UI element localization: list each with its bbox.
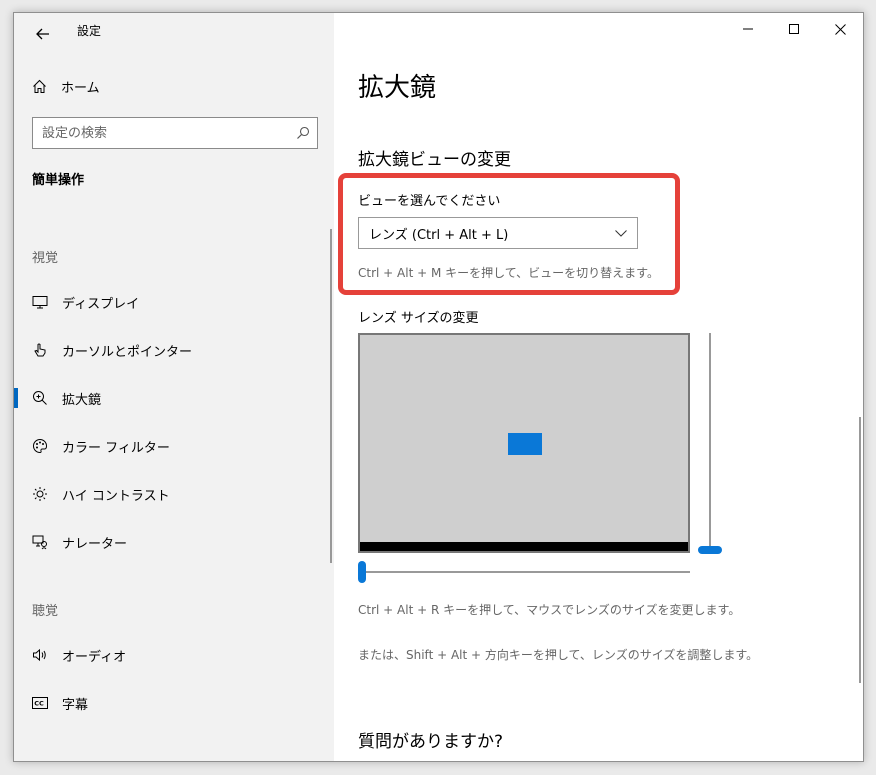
app-title: 設定 xyxy=(77,24,102,38)
main-content: 拡大鏡 拡大鏡ビューの変更 ビューを選んでください レンズ (Ctrl + Al… xyxy=(334,13,863,761)
category-title: 簡単操作 xyxy=(32,173,85,188)
view-hint: Ctrl + Alt + M キーを押して、ビューを切り替えます。 xyxy=(358,266,659,280)
settings-window: 設定 ホーム 簡単操作 視覚 ディスプレイ xyxy=(13,12,864,762)
sidebar-item-high-contrast[interactable]: ハイ コントラスト xyxy=(14,476,324,512)
maximize-button[interactable] xyxy=(771,13,817,45)
section-label-vision: 視覚 xyxy=(32,251,59,266)
view-dropdown[interactable]: レンズ (Ctrl + Alt + L) xyxy=(358,217,638,249)
view-select-label: ビューを選んでください xyxy=(358,194,501,209)
content-scrollbar[interactable] xyxy=(859,417,861,683)
chevron-down-icon xyxy=(615,229,627,237)
lens-indicator xyxy=(508,433,542,455)
lens-width-slider-track[interactable] xyxy=(362,571,690,573)
close-icon xyxy=(834,23,846,35)
sidebar-item-home[interactable]: ホーム xyxy=(32,75,100,97)
sidebar-item-label: 字幕 xyxy=(62,697,89,713)
sidebar-item-audio[interactable]: オーディオ xyxy=(14,637,324,673)
search-icon[interactable] xyxy=(289,126,317,140)
narrator-icon xyxy=(32,534,48,550)
sidebar-item-narrator[interactable]: ナレーター xyxy=(14,524,324,560)
back-arrow-icon xyxy=(36,28,49,40)
sidebar-scrollbar[interactable] xyxy=(330,229,332,563)
section-label-hearing: 聴覚 xyxy=(32,604,59,619)
lens-hint-mouse: Ctrl + Alt + R キーを押して、マウスでレンズのサイズを変更します。 xyxy=(358,603,741,617)
sidebar-item-label: カーソルとポインター xyxy=(62,344,193,360)
close-button[interactable] xyxy=(817,13,863,45)
lens-width-slider-thumb[interactable] xyxy=(358,561,366,583)
section-heading-view: 拡大鏡ビューの変更 xyxy=(358,150,511,170)
view-dropdown-value: レンズ (Ctrl + Alt + L) xyxy=(369,227,509,243)
monitor-icon xyxy=(32,294,48,310)
pointer-icon xyxy=(32,342,48,358)
search-box[interactable] xyxy=(32,117,318,149)
home-icon xyxy=(33,79,46,93)
sidebar-item-cursor-pointer[interactable]: カーソルとポインター xyxy=(14,332,324,368)
window-controls xyxy=(725,13,863,45)
section-heading-lens-size: レンズ サイズの変更 xyxy=(358,311,479,326)
sidebar-item-display[interactable]: ディスプレイ xyxy=(14,284,324,320)
maximize-icon xyxy=(789,24,799,34)
minimize-icon xyxy=(743,28,753,30)
magnifier-icon xyxy=(32,390,48,406)
palette-icon xyxy=(32,438,48,454)
lens-height-slider-thumb[interactable] xyxy=(698,546,722,554)
questions-heading: 質問がありますか? xyxy=(358,732,504,752)
taskbar-preview xyxy=(360,542,688,551)
minimize-button[interactable] xyxy=(725,13,771,45)
lens-hint-keyboard: または、Shift + Alt + 方向キーを押して、レンズのサイズを調整します… xyxy=(358,648,759,662)
sidebar-item-label: カラー フィルター xyxy=(62,440,170,456)
lens-height-slider-track[interactable] xyxy=(709,333,711,548)
speaker-icon xyxy=(32,647,48,663)
sidebar-item-label: 拡大鏡 xyxy=(62,392,102,408)
sidebar-item-color-filter[interactable]: カラー フィルター xyxy=(14,428,324,464)
sidebar-item-label: ナレーター xyxy=(62,536,128,552)
page-title: 拡大鏡 xyxy=(358,73,437,103)
sidebar: 設定 ホーム 簡単操作 視覚 ディスプレイ xyxy=(14,13,334,761)
caption-icon: CC xyxy=(32,695,48,711)
sidebar-item-label: オーディオ xyxy=(62,649,127,665)
lens-size-preview xyxy=(358,333,690,553)
search-input[interactable] xyxy=(33,118,289,148)
home-label: ホーム xyxy=(61,80,100,96)
sidebar-item-magnifier[interactable]: 拡大鏡 xyxy=(14,380,324,416)
back-button[interactable] xyxy=(28,19,58,49)
sidebar-item-label: ディスプレイ xyxy=(62,296,140,312)
sidebar-item-label: ハイ コントラスト xyxy=(62,488,170,504)
sidebar-item-captions[interactable]: CC 字幕 xyxy=(14,685,324,721)
svg-text:CC: CC xyxy=(34,700,44,708)
brightness-icon xyxy=(32,486,48,502)
